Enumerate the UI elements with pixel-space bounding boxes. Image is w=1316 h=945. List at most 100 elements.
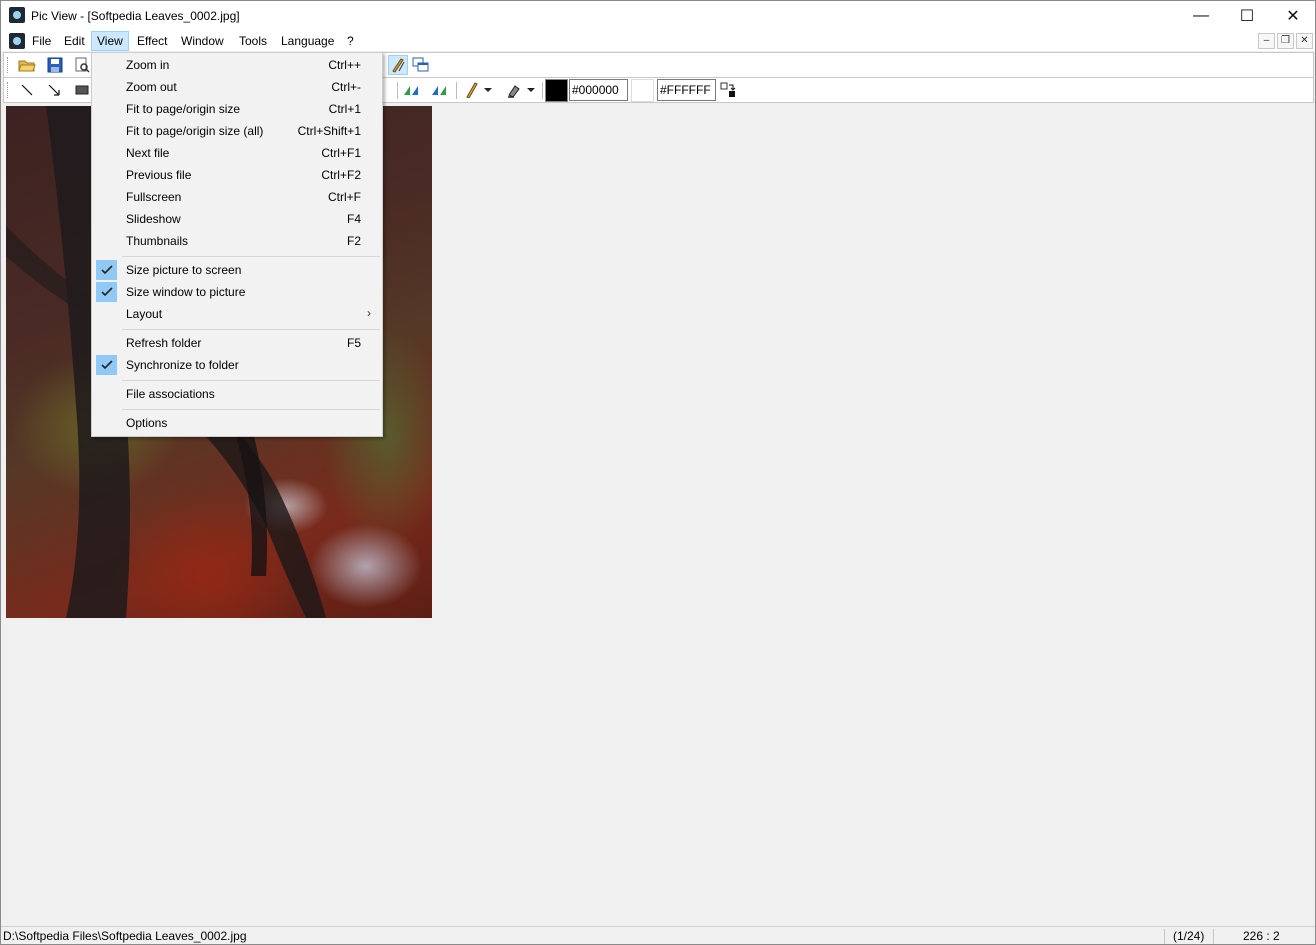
maximize-button[interactable]: ☐ bbox=[1224, 1, 1270, 31]
menu-item-layout[interactable]: Layout › bbox=[94, 303, 380, 325]
menu-item-label: Size picture to screen bbox=[126, 263, 242, 277]
menu-item-zoom-in[interactable]: Zoom in Ctrl++ bbox=[94, 54, 380, 76]
background-color-swatch[interactable] bbox=[631, 79, 654, 102]
checkmark-icon bbox=[96, 355, 117, 375]
foreground-color-swatch[interactable] bbox=[545, 79, 568, 102]
checkmark-icon bbox=[96, 260, 117, 280]
menu-item-refresh-folder[interactable]: Refresh folder F5 bbox=[94, 332, 380, 354]
menu-item-shortcut: F5 bbox=[346, 336, 361, 350]
toolbar-grip[interactable] bbox=[7, 57, 9, 73]
menu-tools[interactable]: Tools bbox=[234, 31, 272, 51]
menu-item-shortcut: F2 bbox=[346, 234, 361, 248]
menu-item-label: Previous file bbox=[126, 168, 192, 182]
mdi-close-button[interactable]: ✕ bbox=[1296, 33, 1313, 49]
menu-item-label: Options bbox=[126, 416, 168, 430]
save-icon[interactable] bbox=[45, 55, 65, 75]
minimize-button[interactable]: — bbox=[1178, 1, 1224, 31]
submenu-arrow-icon: › bbox=[367, 306, 371, 320]
menu-help[interactable]: ? bbox=[342, 31, 359, 51]
status-file-path: D:\Softpedia Files\Softpedia Leaves_0002… bbox=[3, 929, 247, 943]
menu-item-label: Fit to page/origin size bbox=[126, 102, 241, 116]
open-folder-icon[interactable] bbox=[17, 55, 37, 75]
menu-item-label: Thumbnails bbox=[126, 234, 189, 248]
app-eye-icon bbox=[9, 7, 25, 23]
menu-separator bbox=[122, 380, 380, 381]
arrow-tool-icon[interactable] bbox=[44, 80, 64, 100]
status-bar: D:\Softpedia Files\Softpedia Leaves_0002… bbox=[1, 926, 1315, 944]
menu-item-shortcut: Ctrl+1 bbox=[328, 102, 361, 116]
menu-item-label: Fullscreen bbox=[126, 190, 182, 204]
toolbar-grip[interactable] bbox=[7, 82, 9, 98]
flip-left-icon[interactable] bbox=[401, 80, 421, 100]
status-zoom-ratio: 226 : 2 bbox=[1243, 929, 1280, 943]
menu-item-label: Layout bbox=[126, 307, 163, 321]
status-file-count: (1/24) bbox=[1173, 929, 1205, 943]
view-menu-dropdown: Zoom in Ctrl++ Zoom out Ctrl+- Fit to pa… bbox=[91, 52, 383, 437]
menu-item-zoom-out[interactable]: Zoom out Ctrl+- bbox=[94, 76, 380, 98]
foreground-hex-input[interactable] bbox=[569, 79, 628, 101]
fill-icon[interactable] bbox=[504, 80, 524, 100]
menu-separator bbox=[122, 329, 380, 330]
menu-item-fit-to-page-all[interactable]: Fit to page/origin size (all) Ctrl+Shift… bbox=[94, 120, 380, 142]
pencil-icon[interactable] bbox=[461, 80, 481, 100]
menu-item-options[interactable]: Options bbox=[94, 412, 380, 434]
menu-item-label: Synchronize to folder bbox=[126, 358, 239, 372]
menu-item-next-file[interactable]: Next file Ctrl+F1 bbox=[94, 142, 380, 164]
menu-item-slideshow[interactable]: Slideshow F4 bbox=[94, 208, 380, 230]
menu-item-shortcut: Ctrl+F bbox=[328, 190, 361, 204]
toolbar-separator bbox=[542, 82, 543, 99]
menu-item-synchronize-to-folder[interactable]: Synchronize to folder bbox=[94, 354, 380, 376]
menu-effect[interactable]: Effect bbox=[132, 31, 172, 51]
toolbar-separator bbox=[397, 82, 398, 99]
swap-colors-icon[interactable] bbox=[718, 80, 738, 100]
menu-item-label: File associations bbox=[126, 387, 215, 401]
rectangle-tool-icon[interactable] bbox=[72, 80, 92, 100]
menu-item-label: Zoom out bbox=[126, 80, 177, 94]
menu-bar: File Edit View Effect Window Tools Langu… bbox=[1, 31, 1315, 51]
app-window: Pic View - [Softpedia Leaves_0002.jpg] —… bbox=[0, 0, 1316, 945]
menu-item-size-window-to-picture[interactable]: Size window to picture bbox=[94, 281, 380, 303]
menu-item-size-picture-to-screen[interactable]: Size picture to screen bbox=[94, 259, 380, 281]
menu-item-shortcut: Ctrl+Shift+1 bbox=[297, 124, 361, 138]
brush-active-icon[interactable] bbox=[388, 55, 408, 75]
toolbar-separator bbox=[456, 82, 457, 99]
print-preview-icon[interactable] bbox=[72, 55, 92, 75]
window-title: Pic View - [Softpedia Leaves_0002.jpg] bbox=[31, 9, 240, 23]
menu-item-fit-to-page[interactable]: Fit to page/origin size Ctrl+1 bbox=[94, 98, 380, 120]
checkmark-icon bbox=[96, 282, 117, 302]
menu-language[interactable]: Language bbox=[276, 31, 339, 51]
menu-item-label: Refresh folder bbox=[126, 336, 202, 350]
menu-edit[interactable]: Edit bbox=[59, 31, 90, 51]
title-bar: Pic View - [Softpedia Leaves_0002.jpg] —… bbox=[1, 1, 1315, 31]
line-tool-icon[interactable] bbox=[17, 80, 37, 100]
pencil-dropdown-chevron-icon[interactable] bbox=[482, 80, 494, 100]
document-eye-icon[interactable] bbox=[9, 33, 25, 49]
menu-file[interactable]: File bbox=[27, 31, 56, 51]
menu-item-shortcut: F4 bbox=[346, 212, 361, 226]
status-separator bbox=[1213, 929, 1214, 944]
status-separator bbox=[1164, 929, 1165, 944]
menu-item-thumbnails[interactable]: Thumbnails F2 bbox=[94, 230, 380, 252]
mdi-minimize-button[interactable]: – bbox=[1258, 33, 1275, 49]
menu-item-file-associations[interactable]: File associations bbox=[94, 383, 380, 405]
menu-item-fullscreen[interactable]: Fullscreen Ctrl+F bbox=[94, 186, 380, 208]
mdi-restore-button[interactable]: ❐ bbox=[1277, 33, 1294, 49]
menu-item-shortcut: Ctrl++ bbox=[328, 58, 361, 72]
menu-item-label: Zoom in bbox=[126, 58, 170, 72]
fill-dropdown-chevron-icon[interactable] bbox=[525, 80, 537, 100]
window-cascade-icon[interactable] bbox=[411, 55, 431, 75]
menu-item-label: Slideshow bbox=[126, 212, 181, 226]
menu-item-shortcut: Ctrl+F1 bbox=[321, 146, 361, 160]
menu-separator bbox=[122, 409, 380, 410]
menu-item-shortcut: Ctrl+F2 bbox=[321, 168, 361, 182]
menu-item-label: Size window to picture bbox=[126, 285, 246, 299]
menu-window[interactable]: Window bbox=[176, 31, 229, 51]
flip-right-icon[interactable] bbox=[429, 80, 449, 100]
background-hex-input[interactable] bbox=[657, 79, 716, 101]
menu-item-label: Fit to page/origin size (all) bbox=[126, 124, 264, 138]
menu-view[interactable]: View bbox=[91, 31, 129, 51]
close-button[interactable]: ✕ bbox=[1270, 1, 1315, 31]
menu-item-previous-file[interactable]: Previous file Ctrl+F2 bbox=[94, 164, 380, 186]
menu-item-shortcut: Ctrl+- bbox=[331, 80, 361, 94]
menu-separator bbox=[122, 256, 380, 257]
